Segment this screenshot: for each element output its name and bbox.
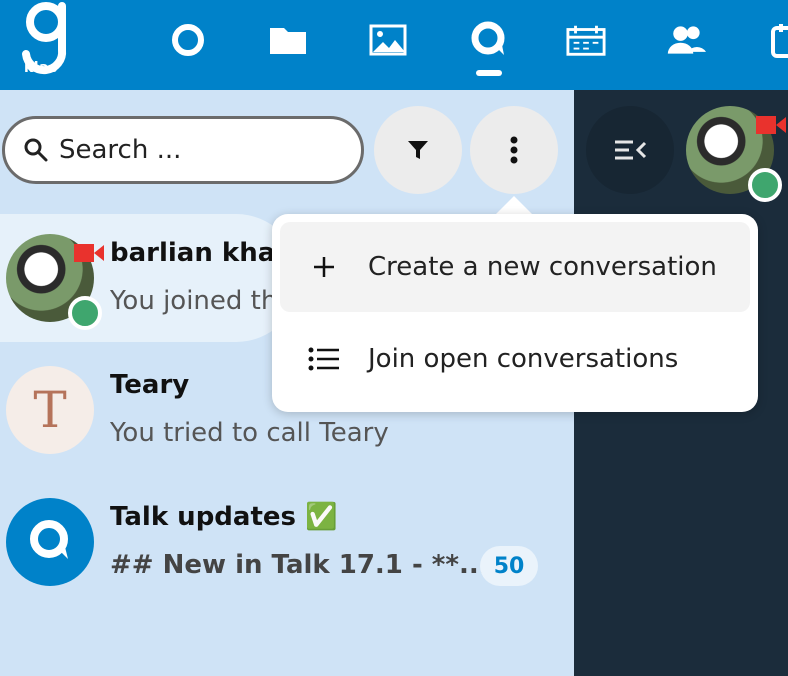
create-conversation-item[interactable]: Create a new conversation <box>280 222 750 312</box>
conversation-title[interactable]: Talk updates ✅ <box>110 502 337 532</box>
unread-count-badge: 50 <box>480 546 538 586</box>
online-status-indicator <box>748 168 782 202</box>
filter-icon <box>408 141 428 159</box>
menu-item-label: Join open conversations <box>368 344 679 374</box>
conversation-title: barlian khas <box>110 238 291 268</box>
search-icon <box>24 138 48 162</box>
deck-app-button[interactable] <box>566 20 606 60</box>
video-call-icon <box>74 244 104 262</box>
video-call-icon <box>756 116 786 134</box>
more-options-menu: Create a new conversation Join open conv… <box>272 214 758 412</box>
conversation-last-message: You joined th <box>110 286 278 316</box>
join-open-conversations-item[interactable]: Join open conversations <box>280 314 750 404</box>
conversation-last-message: You tried to call Teary <box>110 418 389 448</box>
active-app-indicator <box>476 70 502 76</box>
contacts-icon <box>667 26 706 54</box>
filter-button[interactable] <box>374 106 462 194</box>
search-field[interactable] <box>2 116 364 184</box>
contacts-app-button[interactable] <box>666 20 706 60</box>
image-icon <box>369 24 407 56</box>
files-app-button[interactable] <box>268 20 308 60</box>
avatar-teary: T <box>6 366 94 454</box>
plus-icon <box>280 255 368 279</box>
photos-app-button[interactable] <box>368 20 408 60</box>
avatar-letter: T <box>33 381 67 439</box>
folder-icon <box>270 28 306 54</box>
conversation-title[interactable]: Teary <box>110 370 189 400</box>
logo-text: klas <box>24 60 58 76</box>
avatar-talk-updates <box>6 498 94 586</box>
talk-logo-icon <box>30 520 68 559</box>
dashboard-app-button[interactable] <box>168 20 208 60</box>
menu-pointer <box>494 196 534 216</box>
talk-app-button[interactable] <box>468 20 508 60</box>
talk-icon <box>471 21 505 55</box>
collapse-sidebar-icon <box>615 140 647 160</box>
deck-icon <box>566 25 606 56</box>
calendar-icon <box>771 24 788 58</box>
more-options-button[interactable] <box>470 106 558 194</box>
toggle-sidebar-button[interactable] <box>586 106 674 194</box>
menu-item-label: Create a new conversation <box>368 252 717 282</box>
top-navigation-bar: klas <box>0 0 788 90</box>
circle-icon <box>172 24 204 56</box>
calendar-app-button[interactable] <box>764 20 788 60</box>
online-status-indicator <box>68 296 102 330</box>
search-input[interactable] <box>59 135 329 165</box>
list-icon <box>280 347 368 371</box>
kebab-menu-icon <box>510 136 518 164</box>
conversation-last-message: ## New in Talk 17.1 - **... <box>110 550 489 580</box>
